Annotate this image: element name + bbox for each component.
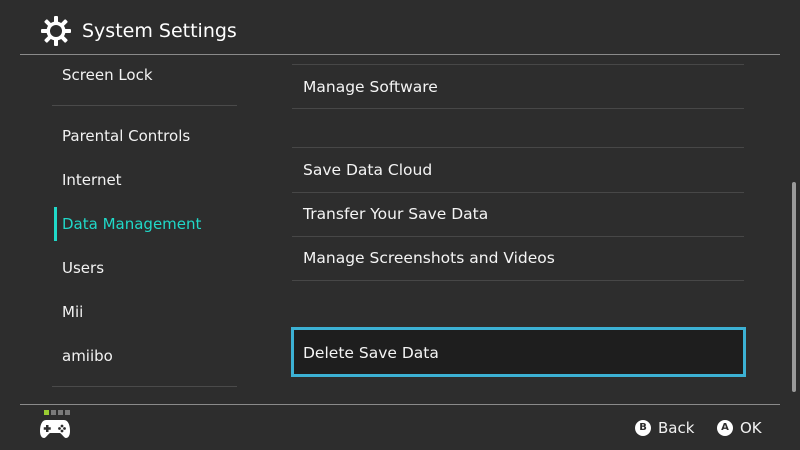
back-hint[interactable]: B Back (635, 418, 694, 438)
list-item-manage-screenshots[interactable]: Manage Screenshots and Videos (292, 236, 744, 280)
sidebar-item-mii[interactable]: Mii (52, 292, 237, 332)
list-divider (292, 280, 744, 281)
page-title: System Settings (82, 20, 237, 42)
header: System Settings (0, 0, 800, 55)
list-divider (292, 108, 744, 109)
gear-icon (41, 16, 71, 46)
ok-hint[interactable]: A OK (717, 418, 762, 438)
list-item-delete-save-data[interactable]: Delete Save Data (291, 327, 746, 377)
back-label: Back (658, 419, 695, 437)
settings-list: Manage Software Save Data Cloud Transfer… (291, 55, 746, 395)
settings-screen: System Settings Screen Lock Parental Con… (0, 0, 800, 450)
sidebar-divider (52, 105, 237, 106)
scrollbar[interactable] (792, 182, 796, 392)
b-button-icon: B (635, 420, 651, 436)
sidebar-item-screen-lock[interactable]: Screen Lock (52, 55, 237, 95)
list-item-save-data-cloud[interactable]: Save Data Cloud (292, 148, 744, 192)
player-indicator (44, 410, 72, 415)
a-button-icon: A (717, 420, 733, 436)
list-item-transfer-save-data[interactable]: Transfer Your Save Data (292, 192, 744, 236)
sidebar-item-internet[interactable]: Internet (52, 160, 237, 200)
sidebar-item-parental-controls[interactable]: Parental Controls (52, 116, 237, 156)
list-item-manage-software[interactable]: Manage Software (292, 65, 744, 109)
sidebar-item-data-management[interactable]: Data Management (52, 204, 237, 244)
footer-divider (20, 404, 780, 405)
sidebar-divider (52, 386, 237, 387)
sidebar-item-users[interactable]: Users (52, 248, 237, 288)
ok-label: OK (740, 419, 762, 437)
controller-icon (40, 420, 70, 438)
sidebar-item-amiibo[interactable]: amiibo (52, 336, 237, 376)
sidebar: Screen Lock Parental Controls Internet D… (52, 55, 237, 395)
